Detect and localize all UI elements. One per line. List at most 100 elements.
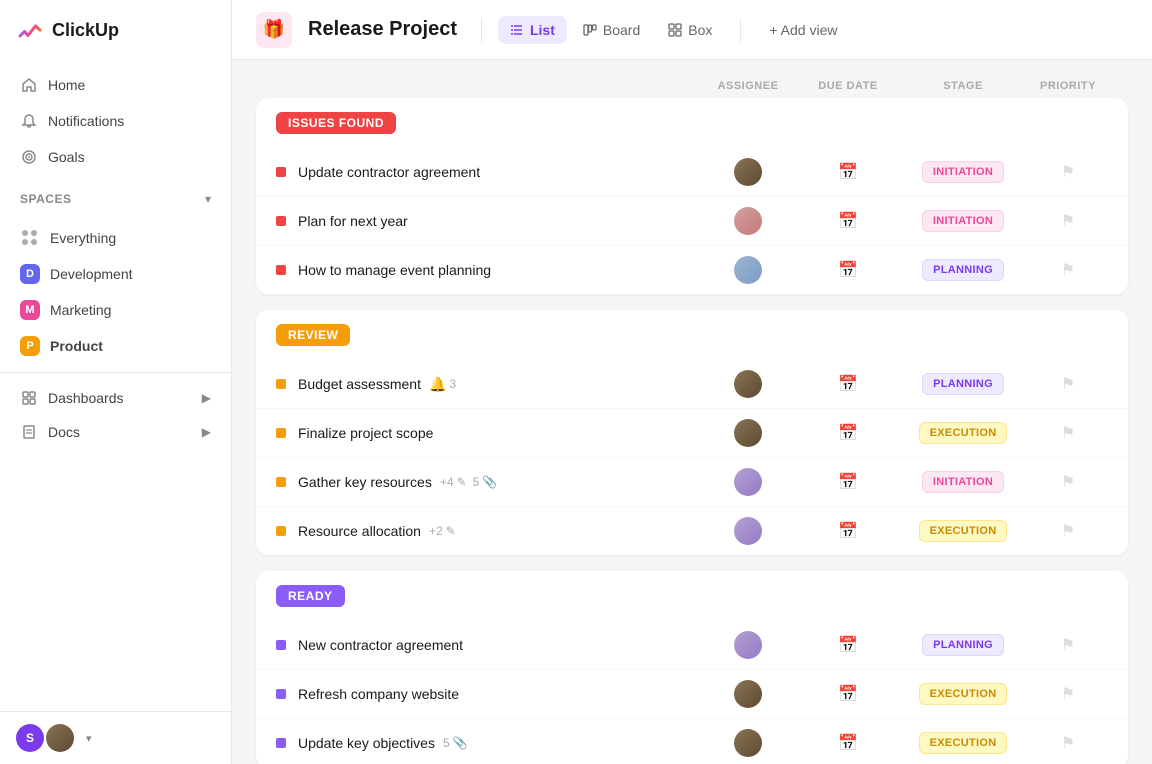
assignee-avatar <box>734 419 762 447</box>
assignee-avatar <box>734 729 762 757</box>
user-avatar-initial: S <box>16 724 44 752</box>
nav-notifications[interactable]: Notifications <box>8 104 223 138</box>
calendar-icon: 📅 <box>838 423 858 443</box>
group-review: REVIEW Budget assessment 🔔3 📅 PLANNING ⚑ <box>256 310 1128 555</box>
task-stage: PLANNING <box>898 373 1028 395</box>
task-name-text: Plan for next year <box>298 213 408 229</box>
col-due-header: DUE DATE <box>798 80 898 92</box>
nav-goals[interactable]: Goals <box>8 140 223 174</box>
flag-icon: ⚑ <box>1061 260 1075 280</box>
task-stage: EXECUTION <box>898 520 1028 542</box>
table-row[interactable]: Gather key resources +4✎ 5📎 📅 INITIATION… <box>256 458 1128 507</box>
column-headers: ASSIGNEE DUE DATE STAGE PRIORITY <box>256 80 1128 98</box>
assignee-avatar <box>734 207 762 235</box>
table-row[interactable]: Resource allocation +2✎ 📅 EXECUTION ⚑ <box>256 507 1128 555</box>
task-assignee <box>698 631 798 659</box>
sidebar-item-marketing[interactable]: M Marketing <box>0 292 231 328</box>
group-ready-badge: READY <box>276 585 345 607</box>
nav-home[interactable]: Home <box>8 68 223 102</box>
assignee-avatar <box>734 370 762 398</box>
bell-icon <box>20 112 38 130</box>
task-meta: +2✎ <box>429 524 456 538</box>
board-icon <box>583 23 597 37</box>
sidebar-item-everything[interactable]: Everything <box>0 220 231 256</box>
group-ready: READY New contractor agreement 📅 PLANNIN… <box>256 571 1128 764</box>
task-assignee <box>698 207 798 235</box>
task-name-text: Resource allocation <box>298 523 421 539</box>
calendar-icon: 📅 <box>838 521 858 541</box>
attach-value: 5 <box>473 475 480 489</box>
paperclip-icon2: 📎 <box>453 736 468 750</box>
table-row[interactable]: Finalize project scope 📅 EXECUTION ⚑ <box>256 409 1128 458</box>
task-priority: ⚑ <box>1028 423 1108 443</box>
task-stage: PLANNING <box>898 259 1028 281</box>
task-priority: ⚑ <box>1028 374 1108 394</box>
main-content: 🎁 Release Project List Board Box + Add v… <box>232 0 1152 764</box>
task-due: 📅 <box>798 733 898 753</box>
calendar-icon: 📅 <box>838 733 858 753</box>
task-name-text: New contractor agreement <box>298 637 463 653</box>
task-priority: ⚑ <box>1028 162 1108 182</box>
flag-icon: ⚑ <box>1061 521 1075 541</box>
flag-icon: ⚑ <box>1061 374 1075 394</box>
everything-icon <box>20 228 40 248</box>
table-row[interactable]: Budget assessment 🔔3 📅 PLANNING ⚑ <box>256 360 1128 409</box>
task-stage: INITIATION <box>898 161 1028 183</box>
assignee-avatar <box>734 158 762 186</box>
sidebar-item-docs[interactable]: Docs ▶ <box>0 415 231 449</box>
stage-badge: INITIATION <box>922 161 1004 183</box>
table-row[interactable]: Update contractor agreement 📅 INITIATION… <box>256 148 1128 197</box>
attach-count2: 5📎 <box>443 736 468 750</box>
task-stage: EXECUTION <box>898 422 1028 444</box>
assignee-avatar <box>734 680 762 708</box>
logo[interactable]: ClickUp <box>0 0 231 60</box>
col-assignee-header: ASSIGNEE <box>698 80 798 92</box>
top-bar: 🎁 Release Project List Board Box + Add v… <box>232 0 1152 60</box>
notification-dot: 🔔 <box>429 376 446 393</box>
sidebar-item-dashboards[interactable]: Dashboards ▶ <box>0 381 231 415</box>
col-stage-header: STAGE <box>898 80 1028 92</box>
task-priority: ⚑ <box>1028 211 1108 231</box>
calendar-icon: 📅 <box>838 374 858 394</box>
spaces-chevron-icon[interactable]: ▾ <box>205 192 211 206</box>
task-indicator-purple <box>276 689 286 699</box>
dashboards-icon <box>20 389 38 407</box>
stage-badge: EXECUTION <box>919 422 1008 444</box>
sidebar: ClickUp Home Notifications Goals Spaces … <box>0 0 232 764</box>
task-indicator-yellow <box>276 526 286 536</box>
sidebar-item-marketing-label: Marketing <box>50 302 111 318</box>
task-due: 📅 <box>798 162 898 182</box>
assignee-avatar <box>734 256 762 284</box>
app-name: ClickUp <box>52 20 119 41</box>
tab-list[interactable]: List <box>498 16 567 44</box>
user-menu-chevron-icon[interactable]: ▾ <box>86 732 92 745</box>
sidebar-item-development-label: Development <box>50 266 133 282</box>
edit-icon: ✎ <box>457 475 467 489</box>
docs-icon <box>20 423 38 441</box>
table-row[interactable]: New contractor agreement 📅 PLANNING ⚑ <box>256 621 1128 670</box>
table-row[interactable]: Plan for next year 📅 INITIATION ⚑ <box>256 197 1128 246</box>
view-tabs: List Board Box <box>498 16 724 44</box>
tab-box[interactable]: Box <box>656 16 724 44</box>
sidebar-item-development[interactable]: D Development <box>0 256 231 292</box>
group-issues-found: ISSUES FOUND Update contractor agreement… <box>256 98 1128 294</box>
add-view-button[interactable]: + Add view <box>757 16 849 44</box>
home-icon <box>20 76 38 94</box>
table-row[interactable]: Refresh company website 📅 EXECUTION ⚑ <box>256 670 1128 719</box>
task-due: 📅 <box>798 684 898 704</box>
stage-badge: EXECUTION <box>919 683 1008 705</box>
table-row[interactable]: Update key objectives 5📎 📅 EXECUTION ⚑ <box>256 719 1128 764</box>
list-icon <box>510 23 524 37</box>
sidebar-bottom: S ▾ <box>0 711 231 764</box>
sidebar-item-product-label: Product <box>50 338 103 354</box>
tab-board[interactable]: Board <box>571 16 652 44</box>
spaces-list: Everything D Development M Marketing P P… <box>0 220 231 364</box>
table-row[interactable]: How to manage event planning 📅 PLANNING … <box>256 246 1128 294</box>
project-icon: 🎁 <box>256 12 292 48</box>
plus-count2: +2 <box>429 524 443 538</box>
project-title: Release Project <box>308 18 457 41</box>
task-assignee <box>698 419 798 447</box>
sidebar-item-product[interactable]: P Product <box>0 328 231 364</box>
task-priority: ⚑ <box>1028 472 1108 492</box>
task-priority: ⚑ <box>1028 521 1108 541</box>
